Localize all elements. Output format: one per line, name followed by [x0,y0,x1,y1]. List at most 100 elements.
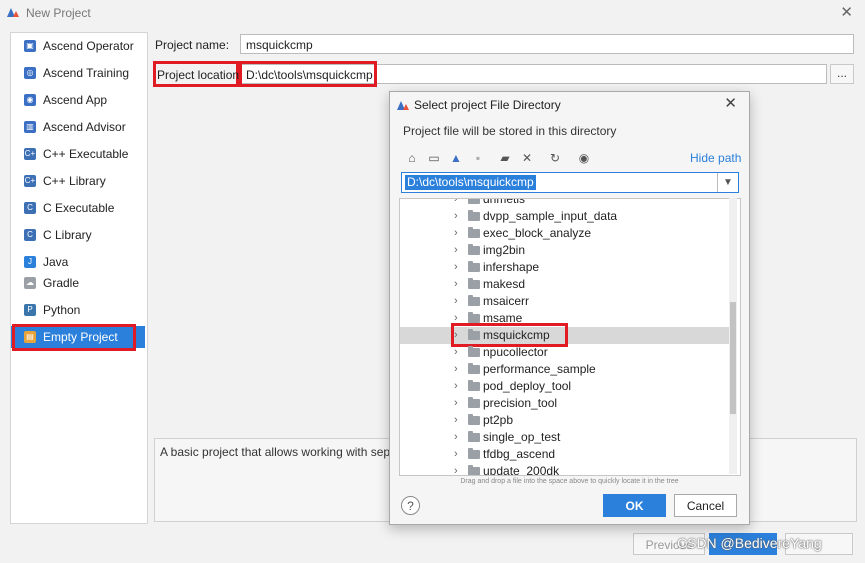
folder-icon [468,210,480,221]
folder-icon [468,465,480,475]
drag-hint-text: Drag and drop a file into the space abov… [460,478,679,485]
project-name-input[interactable]: msquickcmp [240,34,854,54]
chevron-right-icon[interactable]: › [454,276,458,293]
tree-row[interactable]: › single_op_test [400,429,730,446]
tree-row-label: performance_sample [483,362,596,376]
window-title: New Project [26,6,91,20]
location-value-highlight [239,61,377,87]
dialog-close-icon[interactable]: ✕ [724,94,737,112]
sidebar-item[interactable]: P Python [11,299,145,321]
tree-row-label: pod_deploy_tool [483,379,572,393]
tree-row[interactable]: › msaicerr [400,293,730,310]
chevron-right-icon[interactable]: › [454,463,458,475]
tree-row[interactable]: › tfdbg_ascend [400,446,730,463]
chevron-right-icon[interactable]: › [454,259,458,276]
chevron-right-icon[interactable]: › [454,293,458,310]
refresh-icon[interactable]: ↻ [548,151,562,165]
sidebar-item[interactable]: C C Executable [11,197,145,219]
dialog-logo-icon [397,101,409,110]
tree-row[interactable]: › dvpp_sample_input_data [400,208,730,225]
empty-project-highlight [12,324,136,351]
sidebar-item-label: Ascend Training [43,66,130,80]
tree-row-label: precision_tool [483,396,558,410]
sidebar-item-label: Python [43,303,81,317]
project-location-label: Project location: [157,68,243,82]
ascend-advisor-icon: ▥ [24,121,36,133]
folder-icon [468,199,480,204]
hide-path-link[interactable]: Hide path [690,151,741,165]
chevron-right-icon[interactable]: › [454,242,458,259]
folder-icon [468,397,480,408]
module-icon[interactable]: ▪ [471,151,485,165]
chevron-right-icon[interactable]: › [454,361,458,378]
sidebar-item[interactable]: ▥ Ascend Advisor [11,116,145,138]
tree-row[interactable]: › pod_deploy_tool [400,378,730,395]
tree-row-label: update_200dk [483,464,560,476]
tree-row[interactable]: › pt2pb [400,412,730,429]
tree-row[interactable]: › exec_block_analyze [400,225,730,242]
project-name-label: Project name: [155,38,230,52]
tree-row-label: dnmetis [483,198,526,206]
ok-button[interactable]: OK [603,494,666,517]
sidebar-item[interactable]: ▣ Ascend Operator [11,35,145,57]
sidebar-item-label: Gradle [43,276,80,290]
path-value: D:\dc\tools\msquickcmp [405,175,536,190]
home-icon[interactable]: ⌂ [405,151,419,165]
directory-tree[interactable]: › dnmetis › dvpp_sample_input_data › exec_blo… [399,198,741,476]
chevron-right-icon[interactable]: › [454,429,458,446]
chevron-down-icon[interactable]: ▼ [717,173,738,192]
sidebar-item-label: Java [43,255,69,269]
sidebar-item-label: Ascend App [43,93,108,107]
tree-row[interactable]: › infershape [400,259,730,276]
sidebar-item[interactable]: ◉ Ascend App [11,89,145,111]
folder-icon [468,431,480,442]
sidebar-item[interactable]: J Java [11,251,145,273]
sidebar-item[interactable]: ☁ Gradle [11,272,145,294]
ascend-app-icon: ◉ [24,94,36,106]
tree-row[interactable]: › performance_sample [400,361,730,378]
chevron-right-icon[interactable]: › [454,378,458,395]
chevron-right-icon[interactable]: › [454,395,458,412]
folder-icon [468,312,480,323]
watermark: CSDN @BedivereYang [677,535,822,551]
tree-row-label: dvpp_sample_input_data [483,209,618,223]
browse-button[interactable]: ... [830,64,854,84]
tree-row[interactable]: › dnmetis [400,198,730,208]
tree-row[interactable]: › npucollector [400,344,730,361]
show-hidden-icon[interactable]: ◉ [577,151,591,165]
folder-icon [468,261,480,272]
project-icon[interactable]: ▲ [449,151,463,165]
close-icon[interactable]: ✕ [840,3,853,21]
sidebar-item[interactable]: C+ C++ Executable [11,143,145,165]
gradle-icon: ☁ [24,277,36,289]
tree-row-label: exec_block_analyze [483,226,592,240]
chevron-right-icon[interactable]: › [454,208,458,225]
chevron-right-icon[interactable]: › [454,225,458,242]
chevron-right-icon[interactable]: › [454,412,458,429]
sidebar-item[interactable]: ◎ Ascend Training [11,62,145,84]
tree-row-label: makesd [483,277,526,291]
sidebar-item[interactable]: C C Library [11,224,145,246]
tree-row-label: img2bin [483,243,526,257]
tree-row[interactable]: › img2bin [400,242,730,259]
tree-row[interactable]: › makesd [400,276,730,293]
tree-row[interactable]: › precision_tool [400,395,730,412]
delete-icon[interactable]: ✕ [520,151,534,165]
c-library-icon: C [24,229,36,241]
tree-scrollbar-thumb[interactable] [730,302,736,414]
help-icon[interactable]: ? [401,496,420,515]
chevron-right-icon[interactable]: › [454,344,458,361]
new-folder-icon[interactable]: ▰ [498,151,512,165]
sidebar-item[interactable]: C+ C++ Library [11,170,145,192]
folder-icon [468,227,480,238]
chevron-right-icon[interactable]: › [454,446,458,463]
tree-row[interactable]: › update_200dk [400,463,730,476]
path-combo[interactable]: D:\dc\tools\msquickcmp ▼ [401,172,739,193]
tree-row-label: tfdbg_ascend [483,447,556,461]
cancel-button[interactable]: Cancel [674,494,737,517]
java-icon: J [24,256,36,268]
desktop-icon[interactable]: ▭ [427,151,441,165]
tree-row-label: npucollector [483,345,548,359]
folder-icon [468,448,480,459]
chevron-right-icon[interactable]: › [454,199,458,208]
